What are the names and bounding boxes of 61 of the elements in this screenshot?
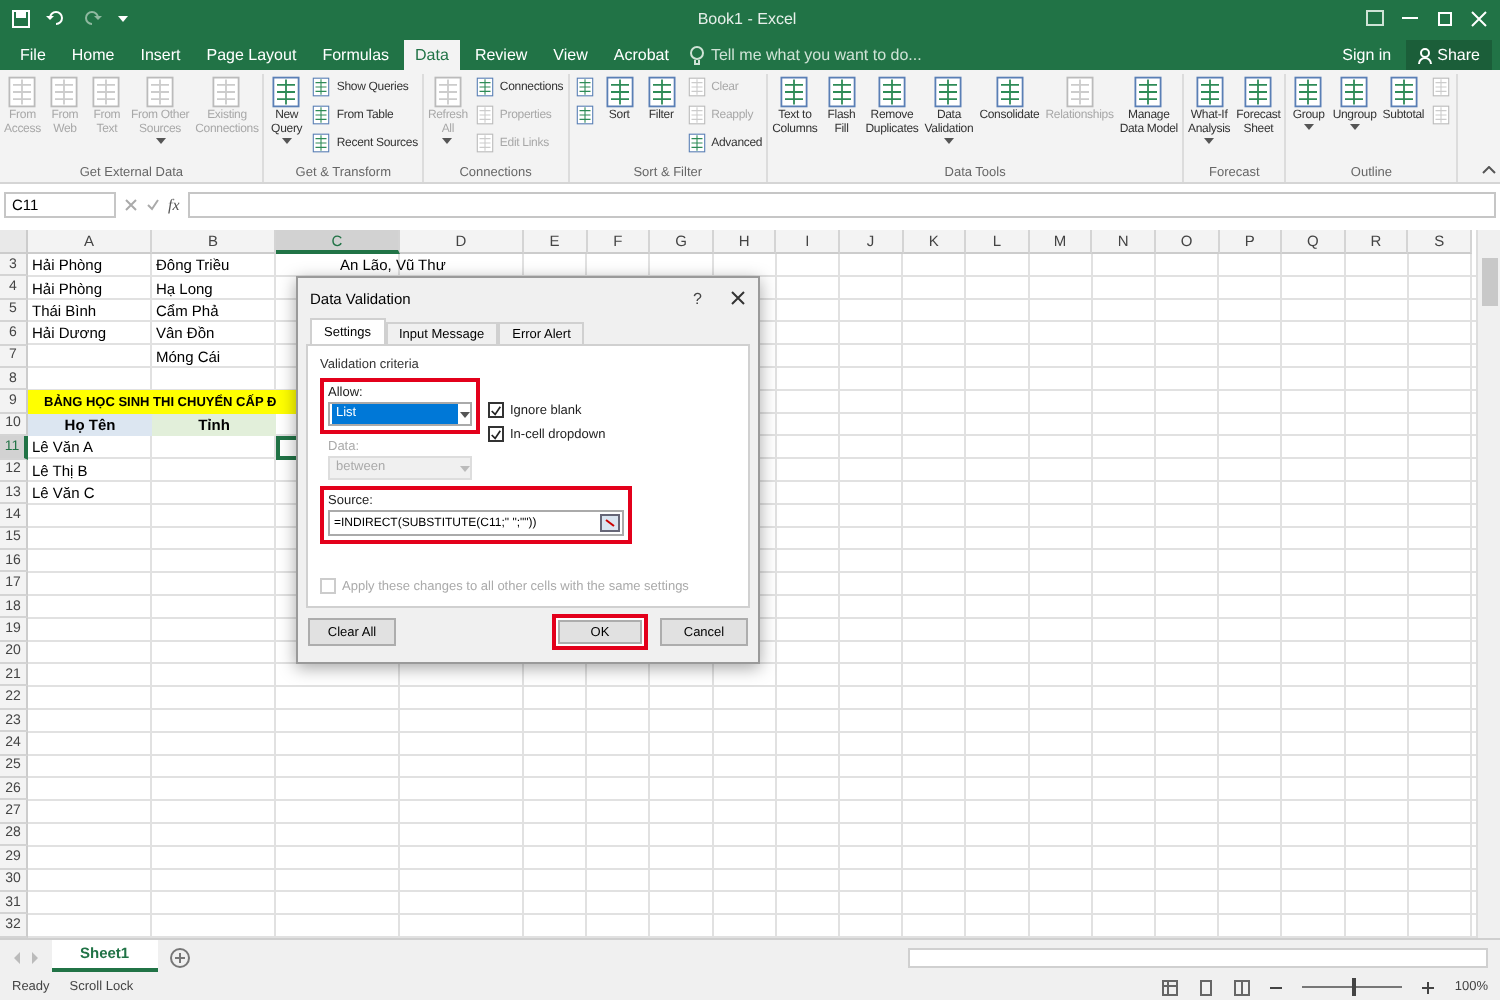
page-break-icon[interactable] (1234, 979, 1251, 995)
ribbon-tab[interactable]: Acrobat (601, 40, 681, 70)
sign-in-link[interactable]: Sign in (1330, 40, 1404, 70)
normal-view-icon[interactable] (1162, 979, 1179, 995)
zoom-thumb[interactable] (1352, 978, 1357, 996)
close-icon[interactable] (730, 290, 746, 306)
page-layout-icon[interactable] (1198, 979, 1215, 995)
window-title: Book1 - Excel (695, 9, 799, 27)
sheet-icon (310, 76, 333, 98)
sheet-icon (310, 132, 333, 154)
person-icon (1417, 47, 1432, 63)
ribbon-tab[interactable]: Insert (128, 40, 193, 70)
maximize-icon[interactable] (1436, 9, 1454, 27)
sheet-icon (473, 132, 496, 154)
sheet-icon (310, 104, 333, 126)
tell-me-field[interactable]: Tell me what you want to do... (710, 46, 922, 64)
ribbon-tab[interactable]: Data (403, 40, 461, 70)
ribbon-tab[interactable]: Home (59, 40, 127, 70)
vertical-scrollbar[interactable] (1476, 230, 1500, 938)
caret-icon (460, 465, 470, 471)
horizontal-scrollbar[interactable] (908, 947, 1488, 967)
caret-icon (1303, 124, 1314, 131)
collapse-ribbon-icon[interactable] (1482, 166, 1496, 174)
sheet-icon (1430, 104, 1453, 126)
ribbon-icon-button[interactable] (571, 102, 598, 128)
ribbon-tab[interactable]: View (541, 40, 600, 70)
sheet-icon (1430, 76, 1453, 98)
insert-function-button[interactable]: fx (168, 195, 180, 213)
ribbon-tab[interactable]: Formulas (310, 40, 402, 70)
share-button[interactable]: Share (1405, 40, 1492, 70)
caret-icon (118, 15, 128, 21)
add-sheet-icon[interactable] (169, 947, 190, 967)
range-picker-icon[interactable] (600, 514, 620, 532)
sheet-icon (573, 76, 596, 98)
lightbulb-icon (690, 45, 705, 65)
ribbon-icon-button[interactable] (571, 74, 598, 100)
checkbox[interactable] (488, 426, 504, 442)
help-button[interactable]: ? (693, 289, 702, 307)
sheet-icon (685, 104, 708, 126)
redo-icon[interactable] (82, 10, 102, 26)
caret-icon (281, 138, 292, 145)
undo-icon[interactable] (46, 10, 66, 26)
caret-icon (442, 138, 453, 145)
sheet-icon (685, 132, 708, 154)
save-icon[interactable] (12, 9, 30, 27)
caret-icon (155, 138, 166, 145)
ribbon-tab[interactable]: Page Layout (194, 40, 309, 70)
caret-icon (1349, 124, 1360, 131)
sheet-icon (473, 76, 496, 98)
formula-input[interactable] (187, 191, 1496, 217)
sheet-icon (473, 104, 496, 126)
sheet-icon (685, 76, 708, 98)
ribbon-tab[interactable]: Review (462, 40, 540, 70)
ribbon-tab[interactable]: File (8, 40, 58, 70)
zoom-out-icon[interactable] (1270, 981, 1283, 993)
ribbon-options-icon[interactable] (1366, 10, 1384, 26)
sheet-icon (573, 104, 596, 126)
zoom-in-icon[interactable] (1422, 981, 1435, 993)
checkbox[interactable] (488, 402, 504, 418)
caret-icon (1204, 138, 1215, 145)
caret-icon (943, 138, 954, 145)
